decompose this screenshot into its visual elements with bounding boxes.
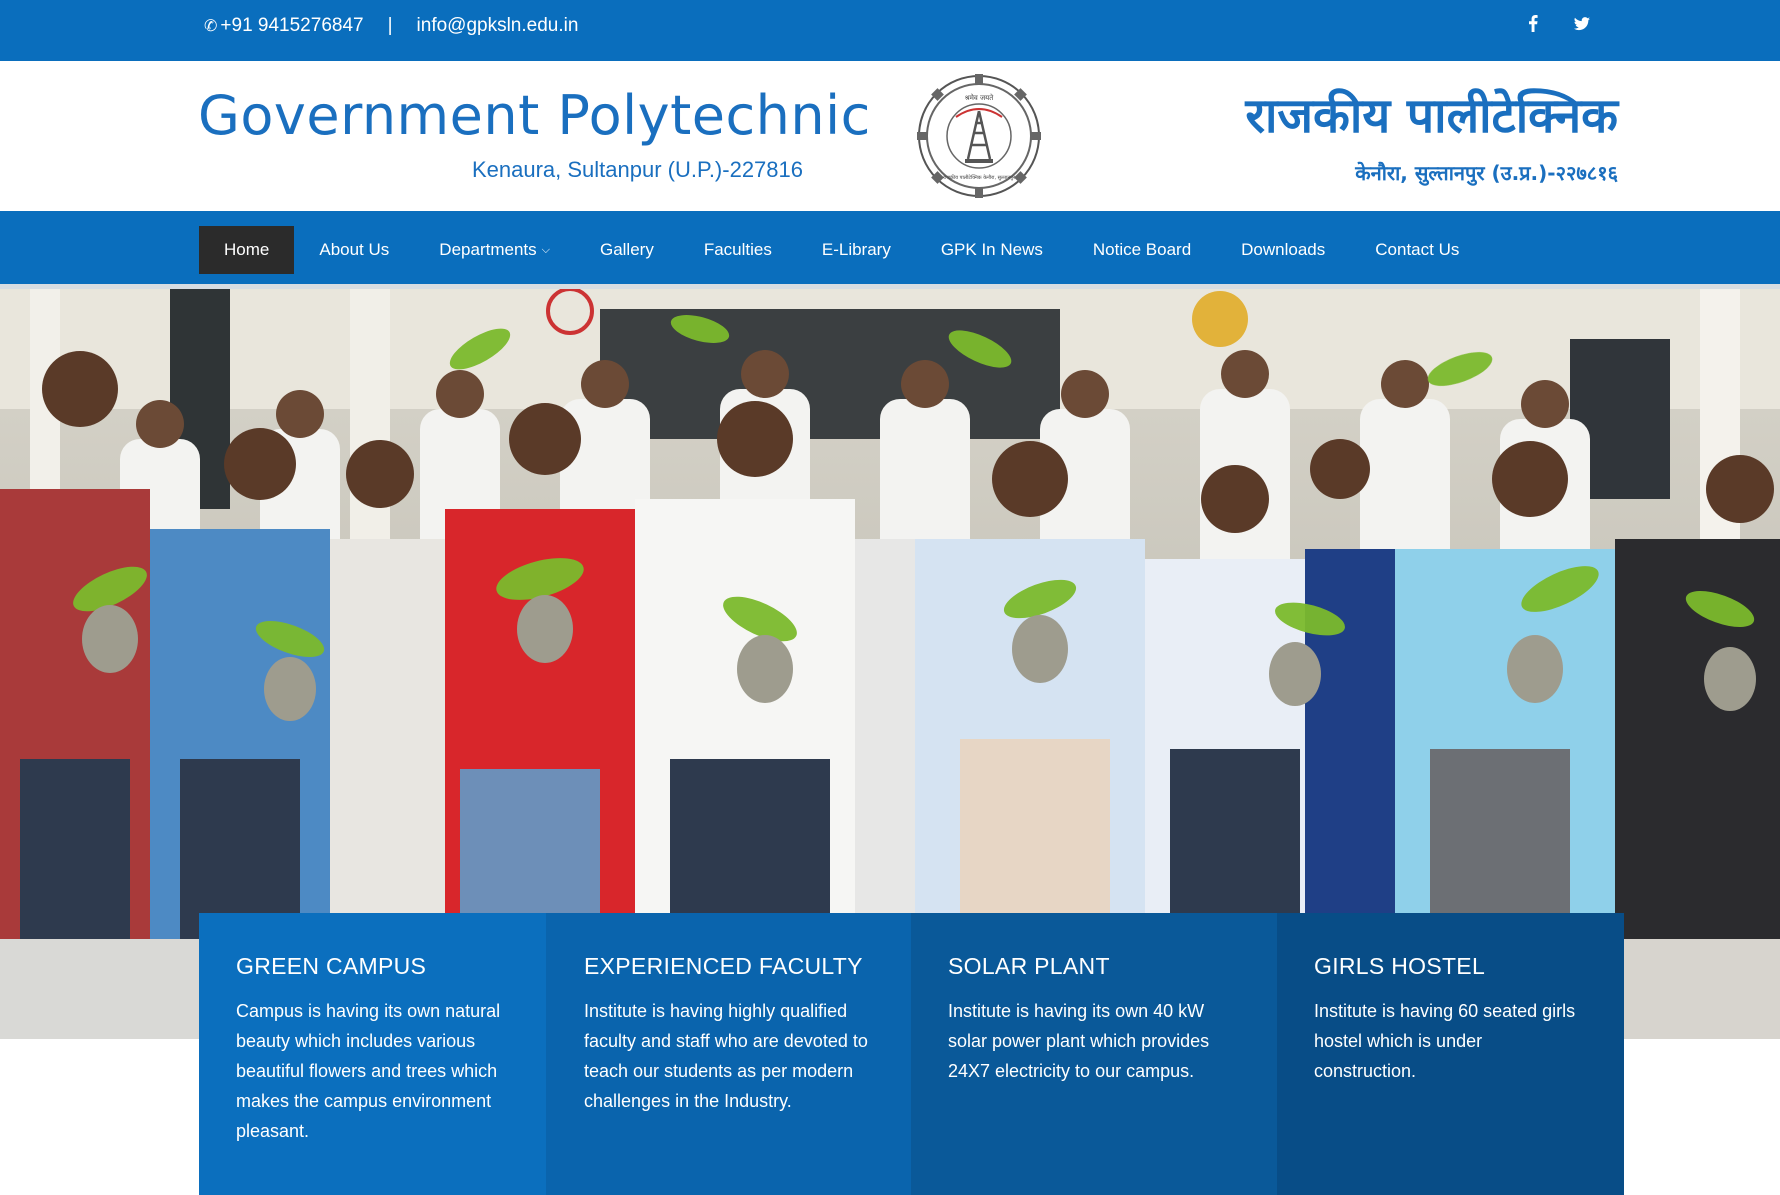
site-header: Government Polytechnic Kenaura, Sultanpu…: [0, 61, 1780, 211]
nav-item-downloads[interactable]: Downloads: [1216, 226, 1350, 274]
top-bar: ✆ +91 9415276847 | info@gpksln.edu.in: [0, 0, 1780, 61]
nav-item-notice-board[interactable]: Notice Board: [1068, 226, 1216, 274]
nav-item-label: Departments: [439, 240, 537, 259]
nav-item-gpk-in-news[interactable]: GPK In News: [916, 226, 1068, 274]
site-address-english: Kenaura, Sultanpur (U.P.)-227816: [471, 157, 803, 182]
nav-item-departments[interactable]: Departments ⌵: [414, 226, 575, 274]
nav-item-about-us[interactable]: About Us: [294, 226, 414, 274]
site-address-hindi: केनौरा, सुल्तानपुर (उ.प्र.)-२२७८१६: [1355, 161, 1618, 185]
feature-text: Institute is having its own 40 kW solar …: [948, 1001, 1210, 1081]
feature-title: SOLAR PLANT: [948, 953, 1110, 979]
feature-green-campus: GREEN CAMPUS Campus is having its own na…: [199, 913, 546, 1195]
nav-item-e-library[interactable]: E-Library: [797, 226, 916, 274]
nav-item-label: E-Library: [821, 240, 891, 259]
site-title-hindi: राजकीय पालीटेक्निक: [1245, 88, 1618, 144]
feature-title: GIRLS HOSTEL: [1314, 953, 1486, 979]
phone-icon: ✆: [204, 17, 218, 35]
nav-item-label: Gallery: [599, 240, 654, 259]
feature-title: EXPERIENCED FACULTY: [584, 953, 863, 979]
nav-item-label: Downloads: [1241, 240, 1326, 259]
main-navigation: Home About Us Departments ⌵ Gallery Facul…: [0, 211, 1780, 289]
seal-bottom-text: राजकीय पालीटेक्निक केनौरा, सुल्तानपुर: [943, 174, 1016, 181]
nav-item-label: About Us: [319, 240, 390, 259]
social-links: [1528, 0, 1590, 51]
email-link[interactable]: info@gpksln.edu.in: [417, 15, 579, 37]
brand-english[interactable]: Government Polytechnic Kenaura, Sultanpu…: [198, 83, 871, 183]
nav-item-faculties[interactable]: Faculties: [679, 226, 797, 274]
feature-title: GREEN CAMPUS: [236, 953, 427, 979]
contact-separator: |: [387, 14, 393, 36]
nav-menu: Home About Us Departments ⌵ Gallery Facul…: [199, 226, 1484, 274]
feature-girls-hostel: GIRLS HOSTEL Institute is having 60 seat…: [1277, 913, 1624, 1195]
facebook-icon[interactable]: [1528, 14, 1538, 37]
feature-solar-plant: SOLAR PLANT Institute is having its own …: [911, 913, 1277, 1195]
brand-hindi[interactable]: राजकीय पालीटेक्निक केनौरा, सुल्तानपुर (उ…: [1148, 83, 1618, 186]
seal-top-text: श्रमेव जयते: [965, 93, 995, 102]
feature-text: Institute is having highly qualified fac…: [584, 1001, 868, 1111]
phone-number[interactable]: +91 9415276847: [220, 15, 363, 37]
nav-item-label: GPK In News: [940, 240, 1043, 259]
feature-experienced-faculty: EXPERIENCED FACULTY Institute is having …: [546, 913, 911, 1195]
nav-item-home[interactable]: Home: [199, 226, 295, 274]
site-title-english: Government Polytechnic: [198, 84, 871, 147]
contact-info: ✆ +91 9415276847 | info@gpksln.edu.in: [204, 0, 578, 51]
feature-text: Campus is having its own natural beauty …: [236, 1001, 501, 1141]
nav-item-gallery[interactable]: Gallery: [575, 226, 679, 274]
feature-boxes: GREEN CAMPUS Campus is having its own na…: [199, 913, 1624, 1195]
nav-item-contact-us[interactable]: Contact Us: [1350, 226, 1484, 274]
chevron-down-icon: ⌵: [541, 243, 550, 256]
college-seal-logo[interactable]: श्रमेव जयते राजकीय पालीटेक्निक केनौरा, स…: [916, 73, 1042, 199]
nav-item-label: Home: [224, 240, 270, 259]
twitter-icon[interactable]: [1574, 16, 1590, 36]
nav-item-label: Faculties: [703, 240, 772, 259]
nav-item-label: Contact Us: [1375, 240, 1460, 259]
feature-text: Institute is having 60 seated girls host…: [1314, 1001, 1576, 1081]
nav-item-label: Notice Board: [1092, 240, 1192, 259]
